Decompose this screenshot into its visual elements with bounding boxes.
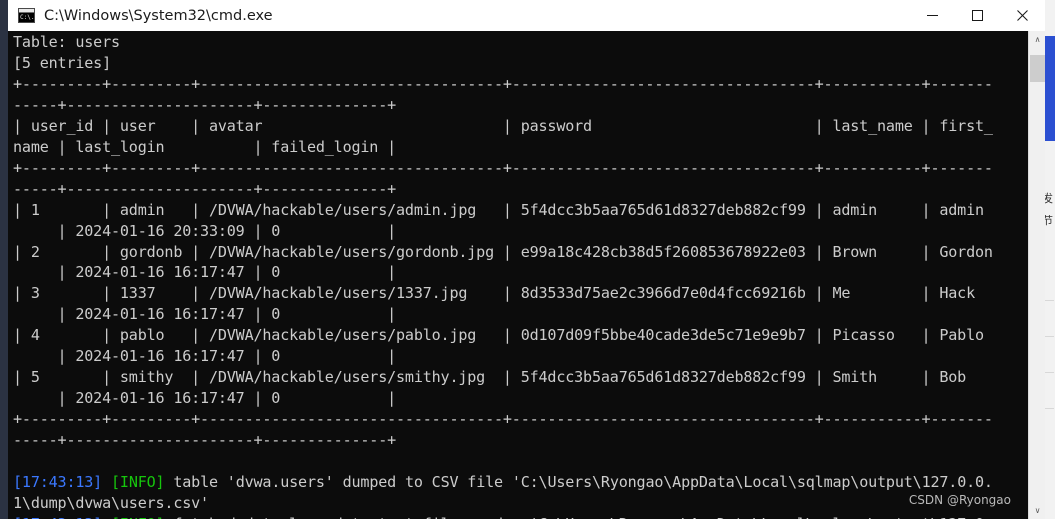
close-button[interactable] xyxy=(1000,0,1045,31)
cmd-console-icon: C:\. xyxy=(18,8,35,23)
scrollbar-up-arrow[interactable]: ∧ xyxy=(1029,31,1046,48)
console-scrollbar[interactable]: ∧ ∨ xyxy=(1028,31,1045,519)
title-bar[interactable]: C:\. C:\Windows\System32\cmd.exe xyxy=(8,0,1045,32)
icon-console-text: C:\. xyxy=(19,13,34,22)
console-output-area[interactable]: Table: users [5 entries] +---------+----… xyxy=(8,31,1045,519)
scrollbar-down-arrow[interactable]: ∨ xyxy=(1029,502,1046,519)
window-controls xyxy=(910,0,1045,31)
window-title: C:\Windows\System32\cmd.exe xyxy=(44,7,273,24)
maximize-button[interactable] xyxy=(955,0,1000,31)
watermark: CSDN @Ryongao xyxy=(908,493,1011,507)
scrollbar-thumb[interactable] xyxy=(1030,55,1045,82)
cmd-window: C:\. C:\Windows\System32\cmd.exe Table: … xyxy=(8,0,1045,519)
console-text: Table: users [5 entries] +---------+----… xyxy=(13,33,993,519)
minimize-button[interactable] xyxy=(910,0,955,31)
